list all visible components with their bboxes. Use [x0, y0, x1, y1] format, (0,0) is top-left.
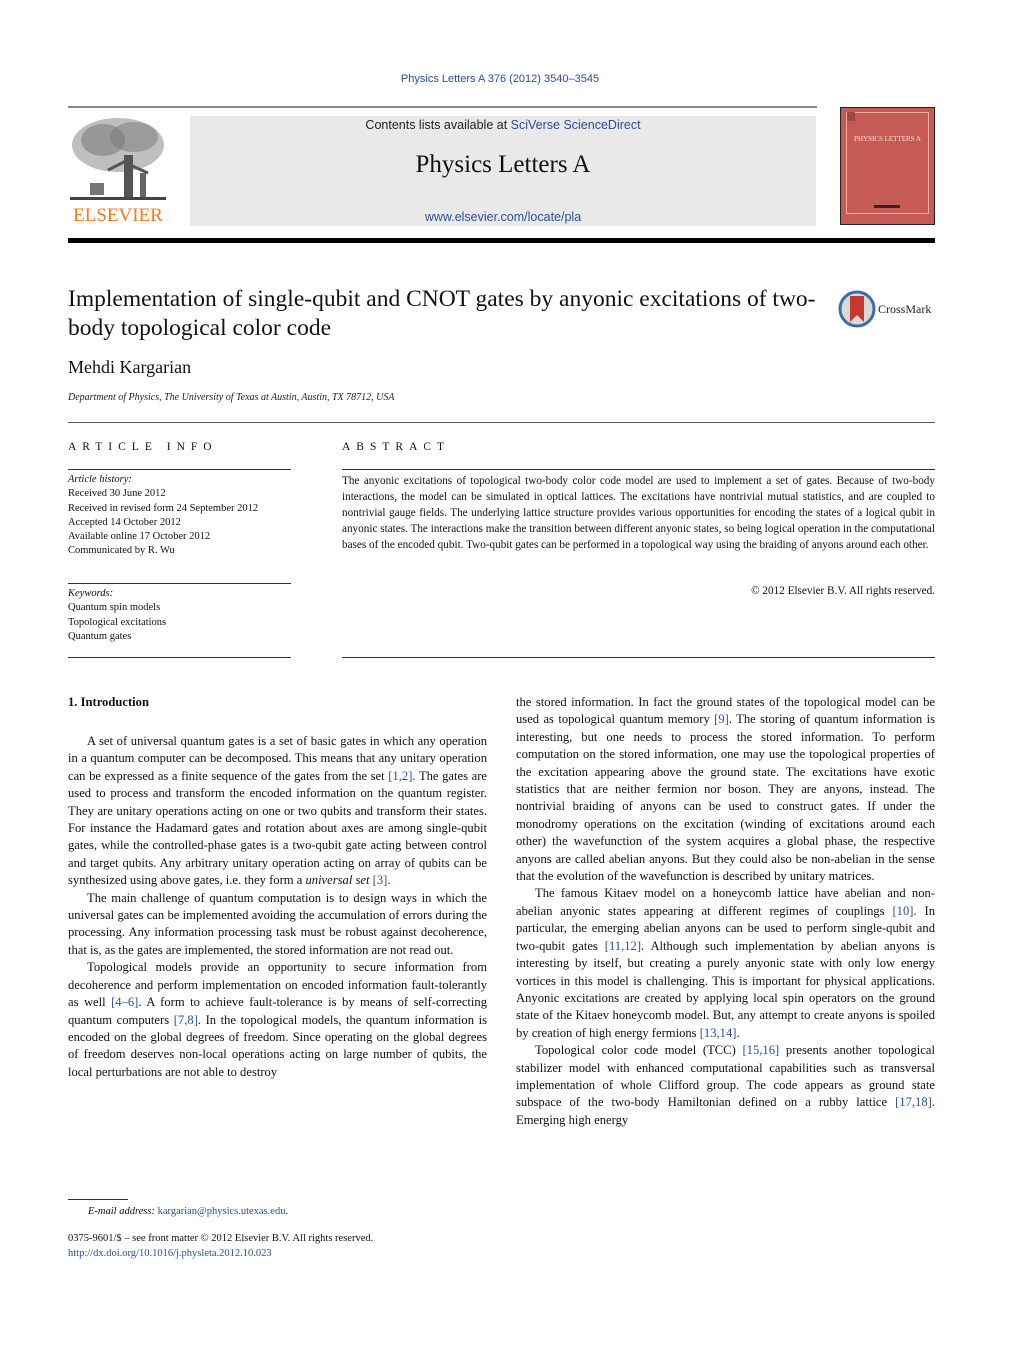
right-column: the stored information. In fact the grou…: [516, 694, 935, 1129]
text: . The gates are used to process and tran…: [68, 768, 487, 888]
keyword-item: Quantum gates: [68, 630, 132, 642]
sciencedirect-link[interactable]: SciVerse ScienceDirect: [511, 118, 641, 132]
contents-prefix: Contents lists available at: [365, 118, 511, 132]
text: The famous Kitaev model on a honeycomb l…: [516, 886, 935, 918]
email-suffix: .: [285, 1206, 289, 1217]
journal-cover-thumbnail[interactable]: PHYSICS LETTERS A: [840, 107, 935, 225]
left-column: A set of universal quantum gates is a se…: [68, 733, 487, 1081]
elsevier-wordmark: ELSEVIER: [73, 205, 163, 226]
article-title: Implementation of single-qubit and CNOT …: [68, 286, 816, 341]
history-item: Available online 17 October 2012: [68, 531, 211, 543]
footnote-email: E-mail address: kargarian@physics.utexas…: [88, 1206, 288, 1217]
history-item: Accepted 14 October 2012: [68, 516, 181, 528]
abstract-rule: [342, 469, 935, 470]
contents-line: Contents lists available at SciVerse Sci…: [190, 118, 816, 132]
section-heading-introduction: 1. Introduction: [68, 695, 149, 709]
paragraph: The main challenge of quantum computatio…: [68, 890, 487, 957]
cover-publisher-mark: [874, 205, 900, 208]
tree-icon: [70, 118, 166, 200]
footnote-rule: [68, 1199, 128, 1200]
citation-link[interactable]: [10]: [892, 904, 913, 918]
doi-link[interactable]: http://dx.doi.org/10.1016/j.physleta.201…: [68, 1248, 272, 1259]
keywords: Keywords: Quantum spin models Topologica…: [68, 587, 291, 644]
paragraph: The famous Kitaev model on a honeycomb l…: [516, 885, 935, 1042]
emphasis: universal set: [305, 873, 370, 888]
crossmark-icon: [838, 290, 876, 328]
citation-link[interactable]: [15,16]: [742, 1043, 779, 1057]
history-item: Communicated by R. Wu: [68, 545, 175, 557]
journal-reference[interactable]: Physics Letters A 376 (2012) 3540–3545: [0, 73, 1000, 85]
text: .: [736, 1025, 740, 1040]
cover-logo-icon: [847, 112, 855, 121]
abstract-rule: [342, 657, 935, 658]
text: . Although such implementation by abelia…: [516, 938, 935, 1040]
text: Topological color code model (TCC): [535, 1043, 743, 1058]
article-info-rule: [68, 469, 291, 470]
email-label: E-mail address:: [88, 1206, 155, 1217]
cover-frame: [846, 112, 929, 214]
history-item: Received 30 June 2012: [68, 488, 166, 500]
crossmark-button[interactable]: CrossMark: [838, 290, 938, 330]
citation-link[interactable]: [13,14]: [700, 1026, 737, 1040]
title-rule: [68, 422, 935, 423]
journal-title: Physics Letters A: [415, 151, 591, 178]
journal-url-link[interactable]: www.elsevier.com/locate/pla: [190, 210, 816, 224]
author-name[interactable]: Mehdi Kargarian: [68, 357, 191, 378]
article-info-rule: [68, 583, 291, 584]
citation-link[interactable]: [17,18]: [895, 1095, 932, 1109]
text: .: [387, 873, 391, 888]
abstract-copyright: © 2012 Elsevier B.V. All rights reserved…: [751, 585, 935, 597]
abstract-text: The anyonic excitations of topological t…: [342, 475, 935, 551]
keyword-item: Quantum spin models: [68, 602, 161, 614]
text: . The storing of quantum information is …: [516, 712, 935, 884]
citation-link[interactable]: [4–6]: [111, 995, 138, 1009]
citation-link[interactable]: [1,2]: [388, 769, 412, 783]
crossmark-label: CrossMark: [878, 302, 932, 316]
cover-title: PHYSICS LETTERS A: [854, 135, 921, 143]
abstract-heading: ABSTRACT: [342, 441, 451, 453]
paragraph: A set of universal quantum gates is a se…: [68, 733, 487, 890]
keyword-item: Topological excitations: [68, 616, 167, 628]
author-affiliation: Department of Physics, The University of…: [68, 392, 395, 403]
article-info-rule: [68, 657, 291, 658]
citation-link[interactable]: [11,12]: [605, 939, 641, 953]
email-link[interactable]: kargarian@physics.utexas.edu: [158, 1206, 286, 1217]
paragraph: the stored information. In fact the grou…: [516, 694, 935, 885]
history-item: Received in revised form 24 September 20…: [68, 502, 259, 514]
header-thick-rule: [68, 238, 935, 243]
journal-url[interactable]: www.elsevier.com/locate/pla: [425, 210, 581, 224]
paragraph: Topological models provide an opportunit…: [68, 959, 487, 1081]
header-rule: [68, 106, 817, 108]
paragraph: Topological color code model (TCC) [15,1…: [516, 1042, 935, 1129]
article-history: Article history: Received 30 June 2012 R…: [68, 473, 291, 559]
article-history-label: Article history:: [68, 474, 132, 485]
citation-link[interactable]: [9]: [714, 712, 729, 726]
citation-link[interactable]: [3]: [373, 873, 388, 887]
keywords-label: Keywords:: [68, 588, 114, 599]
citation-link[interactable]: [7,8]: [174, 1013, 198, 1027]
doi[interactable]: http://dx.doi.org/10.1016/j.physleta.201…: [68, 1248, 272, 1259]
front-matter: 0375-9601/$ – see front matter © 2012 El…: [68, 1233, 374, 1244]
article-info-heading: ARTICLE INFO: [68, 441, 218, 453]
